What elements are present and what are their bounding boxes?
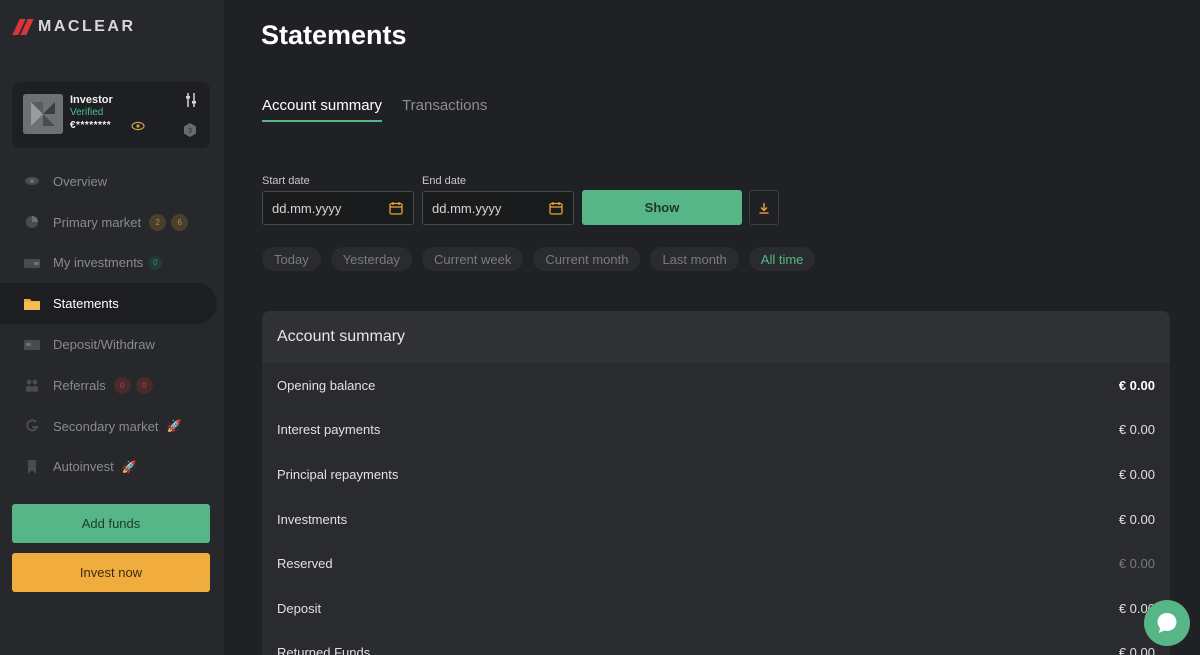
- chat-button[interactable]: [1144, 600, 1190, 646]
- pie-chart-icon: [24, 215, 40, 229]
- start-date-input[interactable]: dd.mm.yyyy: [262, 191, 414, 225]
- logo-text: MACLEAR: [38, 18, 136, 35]
- sidebar-item-label: My investments: [53, 255, 144, 271]
- sidebar-item-autoinvest[interactable]: Autoinvest 🚀: [0, 447, 224, 488]
- sidebar-item-label: Referrals: [53, 377, 106, 393]
- chat-bubble-icon: [1157, 613, 1177, 633]
- settings-sliders-icon[interactable]: [184, 92, 198, 108]
- tab-transactions[interactable]: Transactions: [402, 97, 487, 122]
- row-value: € 0.00: [1118, 422, 1155, 438]
- row-label: Opening balance: [277, 377, 376, 393]
- row-label: Investments: [277, 511, 348, 527]
- end-date-placeholder: dd.mm.yyyy: [432, 200, 502, 216]
- summary-row: Opening balance € 0.00: [262, 363, 1170, 408]
- chip-yesterday[interactable]: Yesterday: [330, 247, 413, 271]
- page-title: Statements: [261, 20, 407, 50]
- rocket-icon: 🚀: [121, 459, 137, 474]
- account-summary-panel: Account summary Opening balance € 0.00 I…: [262, 311, 1170, 655]
- row-label: Principal repayments: [277, 466, 399, 482]
- bookmark-icon: [24, 459, 40, 474]
- sidebar-item-primary-market[interactable]: Primary market 2 6: [0, 202, 224, 243]
- sidebar-item-label: Deposit/Withdraw: [53, 337, 155, 353]
- download-icon: [759, 202, 769, 214]
- avatar[interactable]: [23, 94, 63, 134]
- level-hexagon-icon: 3: [184, 123, 196, 137]
- my-investments-badge: 0: [148, 255, 163, 270]
- end-date-label: End date: [422, 175, 467, 187]
- calendar-icon[interactable]: [389, 201, 403, 215]
- end-date-input[interactable]: dd.mm.yyyy: [422, 191, 574, 225]
- summary-row: Interest payments € 0.00: [262, 408, 1170, 453]
- logo-mark-icon: [12, 19, 34, 35]
- eye-icon[interactable]: [131, 120, 145, 132]
- wallet-icon: [24, 256, 40, 270]
- primary-market-badge-count: 6: [171, 213, 189, 231]
- row-label: Returned Funds: [277, 645, 371, 655]
- folder-icon: [24, 297, 40, 311]
- tab-account-summary[interactable]: Account summary: [262, 97, 383, 122]
- rocket-icon: 🚀: [166, 419, 182, 434]
- card-icon: [24, 338, 40, 352]
- chip-current-week[interactable]: Current week: [422, 247, 524, 271]
- svg-text:3: 3: [188, 127, 192, 135]
- sidebar-item-label: Primary market: [53, 214, 142, 230]
- statement-tabs: Account summary Transactions: [262, 97, 487, 122]
- add-funds-button[interactable]: Add funds: [12, 504, 210, 543]
- sidebar-item-statements[interactable]: Statements: [0, 283, 217, 325]
- chip-last-month[interactable]: Last month: [650, 247, 739, 271]
- g-icon: [24, 419, 40, 433]
- sidebar-item-my-investments[interactable]: My investments 0: [0, 243, 224, 284]
- row-value: € 0.00: [1118, 511, 1155, 527]
- sidebar-item-referrals[interactable]: Referrals 0 0: [0, 365, 224, 406]
- summary-row: Returned Funds € 0.00: [262, 631, 1170, 655]
- chip-today[interactable]: Today: [262, 247, 321, 271]
- logo[interactable]: MACLEAR: [12, 18, 136, 36]
- row-value: € 0.00: [1118, 466, 1155, 482]
- sidebar-item-label: Statements: [53, 296, 119, 312]
- sidebar-item-secondary-market[interactable]: Secondary market 🚀: [0, 406, 224, 447]
- summary-row: Deposit € 0.00: [262, 586, 1170, 631]
- invest-now-button[interactable]: Invest now: [12, 553, 210, 592]
- row-value: € 0.00: [1118, 556, 1155, 572]
- referrals-badge-b: 0: [135, 376, 153, 394]
- start-date-placeholder: dd.mm.yyyy: [272, 200, 342, 216]
- row-label: Interest payments: [277, 422, 381, 438]
- primary-market-badge-new: 2: [149, 213, 167, 231]
- date-range-chips: Today Yesterday Current week Current mon…: [262, 247, 816, 271]
- summary-row: Investments € 0.00: [262, 497, 1170, 542]
- eye-icon: [24, 174, 40, 188]
- people-icon: [24, 378, 40, 393]
- sidebar-item-label: Secondary market: [53, 418, 159, 434]
- download-button[interactable]: [749, 190, 779, 225]
- sidebar: MACLEAR Investor Verified €******** 3 Ov…: [0, 0, 224, 655]
- referrals-badge-a: 0: [113, 376, 131, 394]
- chip-all-time[interactable]: All time: [748, 247, 816, 271]
- row-label: Reserved: [277, 556, 333, 572]
- profile-card: Investor Verified €******** 3: [12, 82, 210, 148]
- start-date-label: Start date: [262, 175, 310, 187]
- calendar-icon[interactable]: [549, 201, 563, 215]
- summary-row: Principal repayments € 0.00: [262, 452, 1170, 497]
- show-button[interactable]: Show: [582, 190, 742, 225]
- verified-status: Verified: [70, 107, 104, 118]
- sidebar-nav: Overview Primary market 2 6 My investmen…: [0, 161, 224, 487]
- row-value: € 0.00: [1118, 377, 1155, 393]
- summary-title: Account summary: [262, 311, 1170, 363]
- masked-balance: €********: [70, 120, 112, 131]
- row-label: Deposit: [277, 600, 322, 616]
- summary-row: Reserved € 0.00: [262, 541, 1170, 586]
- profile-name: Investor: [70, 94, 113, 106]
- row-value: € 0.00: [1118, 645, 1155, 655]
- sidebar-item-label: Overview: [53, 173, 108, 189]
- sidebar-item-label: Autoinvest: [53, 459, 114, 475]
- sidebar-item-overview[interactable]: Overview: [0, 161, 224, 202]
- sidebar-item-deposit-withdraw[interactable]: Deposit/Withdraw: [0, 324, 224, 365]
- chip-current-month[interactable]: Current month: [533, 247, 641, 271]
